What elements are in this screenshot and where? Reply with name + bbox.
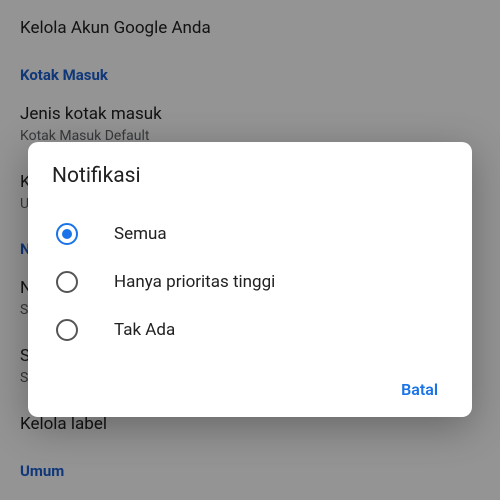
radio-option-high-priority[interactable]: Hanya prioritas tinggi [50,258,450,306]
radio-label: Semua [114,224,167,244]
dialog-title: Notifikasi [50,164,450,188]
dialog-actions: Batal [50,372,450,407]
radio-icon [56,319,78,341]
radio-label: Tak Ada [114,320,175,340]
radio-icon [56,223,78,245]
radio-option-none[interactable]: Tak Ada [50,306,450,354]
radio-label: Hanya prioritas tinggi [114,272,275,292]
notifications-dialog: Notifikasi Semua Hanya prioritas tinggi … [28,142,472,417]
cancel-button[interactable]: Batal [389,372,450,407]
radio-icon [56,271,78,293]
radio-option-all[interactable]: Semua [50,210,450,258]
